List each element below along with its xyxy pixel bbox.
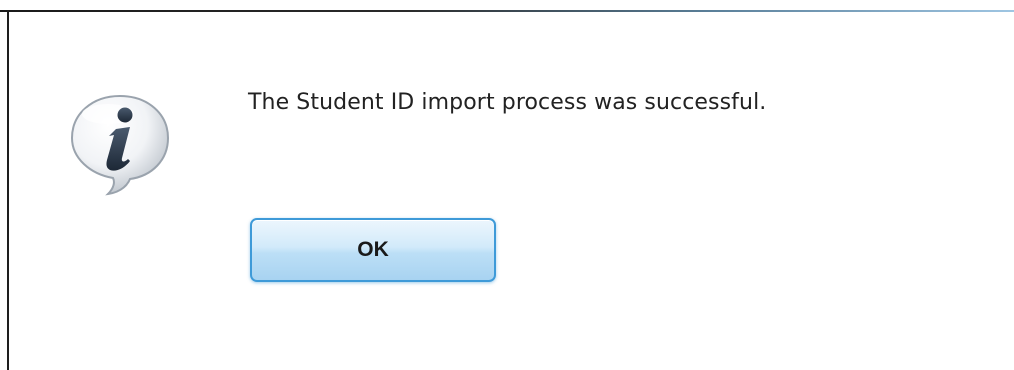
- dialog-left-border: [7, 10, 9, 370]
- ok-button-label: OK: [357, 238, 389, 261]
- dialog-message: The Student ID import process was succes…: [248, 90, 767, 115]
- dialog-top-border: [0, 10, 1014, 12]
- message-dialog: The Student ID import process was succes…: [0, 0, 1014, 370]
- info-icon: [64, 88, 176, 200]
- ok-button[interactable]: OK: [250, 218, 496, 282]
